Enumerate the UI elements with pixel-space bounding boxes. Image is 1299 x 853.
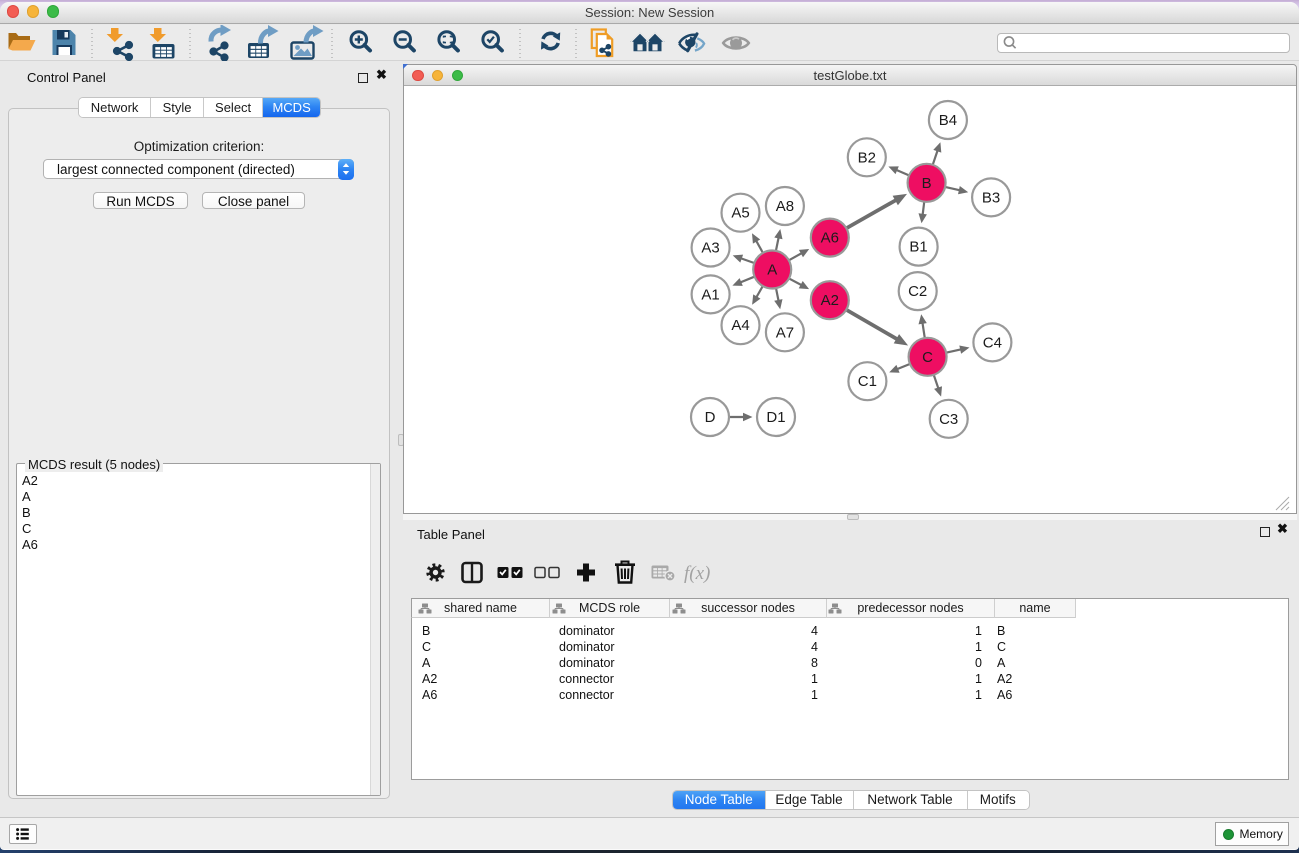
svg-text:B3: B3 [982,189,1000,206]
svg-text:C1: C1 [858,373,877,390]
svg-text:A5: A5 [731,205,749,222]
svg-text:A6: A6 [821,230,839,247]
svg-text:A8: A8 [776,198,794,215]
svg-text:B: B [922,175,932,192]
svg-text:D: D [705,409,716,426]
svg-text:A: A [767,262,777,279]
svg-text:A7: A7 [776,324,794,341]
svg-text:A1: A1 [701,286,719,303]
svg-text:A2: A2 [821,292,839,309]
svg-text:C2: C2 [908,283,927,300]
svg-text:B2: B2 [858,149,876,166]
svg-text:C: C [922,349,933,366]
svg-text:D1: D1 [766,409,785,426]
svg-text:A3: A3 [701,240,719,257]
svg-text:B1: B1 [909,239,927,256]
svg-text:A4: A4 [731,317,749,334]
svg-text:C4: C4 [983,334,1002,351]
svg-text:B4: B4 [939,112,957,129]
svg-text:C3: C3 [939,411,958,428]
